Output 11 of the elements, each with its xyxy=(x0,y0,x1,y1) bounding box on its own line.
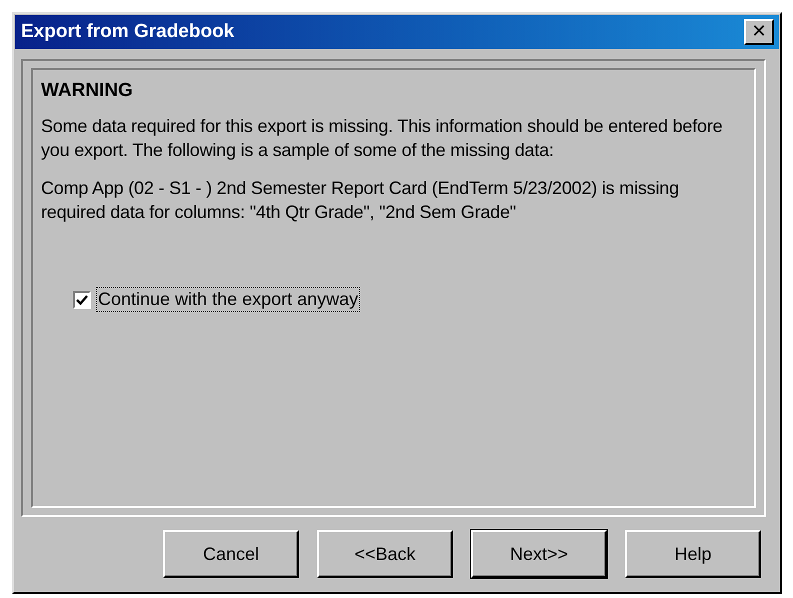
missing-data-detail: Comp App (02 - S1 - ) 2nd Semester Report Card (EndTerm 5/23/2002) is missing required data for columns: "4th Qtr Grade", "2nd Sem Grade" xyxy=(41,177,680,224)
dialog-button[interactable]: <<Back xyxy=(317,530,453,578)
dialog-button[interactable]: Help xyxy=(625,530,761,578)
warning-message: Some data required for this export is missing. This information should be entered before you export. The following is a sample of some of the missing data: xyxy=(41,115,724,162)
continue-checkbox[interactable] xyxy=(73,290,91,308)
warning-heading: WARNING xyxy=(41,80,134,102)
dialog-button[interactable]: Cancel xyxy=(163,530,299,578)
window-title: Export from Gradebook xyxy=(21,21,234,43)
checkbox-label[interactable]: Continue with the export anyway xyxy=(97,288,360,311)
close-button[interactable]: ✕ xyxy=(744,19,774,45)
dialog-button[interactable]: Next>> xyxy=(471,530,607,578)
